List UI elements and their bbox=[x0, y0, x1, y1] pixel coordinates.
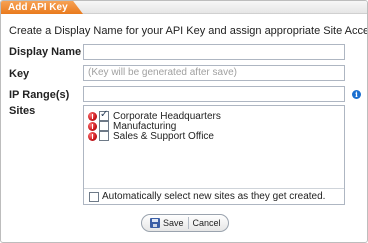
site-item[interactable]: Sales & Support Office bbox=[88, 130, 214, 142]
display-name-input[interactable] bbox=[83, 44, 345, 60]
info-icon[interactable]: i bbox=[352, 90, 361, 99]
site-item[interactable]: Corporate Headquarters bbox=[88, 109, 221, 122]
auto-select-row[interactable]: Automatically select new sites as they g… bbox=[84, 188, 344, 204]
intro-text: Create a Display Name for your API Key a… bbox=[9, 25, 368, 37]
sites-list: Corporate Headquarters Manufacturing Sal… bbox=[83, 105, 345, 205]
display-name-label: Display Name bbox=[9, 46, 82, 58]
save-label: Save bbox=[163, 218, 184, 228]
site-checkbox[interactable] bbox=[99, 121, 109, 131]
alert-icon bbox=[88, 131, 97, 141]
floppy-disk-icon bbox=[150, 218, 160, 228]
action-buttons: Save Cancel bbox=[141, 214, 229, 232]
ip-range-input[interactable] bbox=[83, 86, 345, 102]
add-api-key-dialog: Add API Key Create a Display Name for yo… bbox=[0, 0, 368, 243]
dialog-titlebar: Add API Key bbox=[1, 1, 367, 14]
dialog-title: Add API Key bbox=[1, 1, 83, 14]
ip-range-label: IP Range(s) bbox=[9, 89, 70, 101]
alert-icon bbox=[88, 121, 97, 131]
site-label: Sales & Support Office bbox=[113, 130, 214, 142]
auto-select-label: Automatically select new sites as they g… bbox=[102, 191, 326, 202]
key-field: (Key will be generated after save) bbox=[83, 65, 345, 81]
site-item[interactable]: Manufacturing bbox=[88, 121, 176, 132]
site-checkbox[interactable] bbox=[99, 109, 109, 121]
save-button[interactable]: Save bbox=[142, 218, 184, 228]
cancel-button[interactable]: Cancel bbox=[193, 218, 221, 228]
key-label: Key bbox=[9, 68, 30, 80]
auto-select-checkbox[interactable] bbox=[89, 191, 99, 202]
sites-label: Sites bbox=[9, 105, 36, 117]
site-checkbox[interactable] bbox=[99, 131, 109, 141]
alert-icon bbox=[88, 111, 97, 121]
button-divider bbox=[187, 217, 189, 229]
